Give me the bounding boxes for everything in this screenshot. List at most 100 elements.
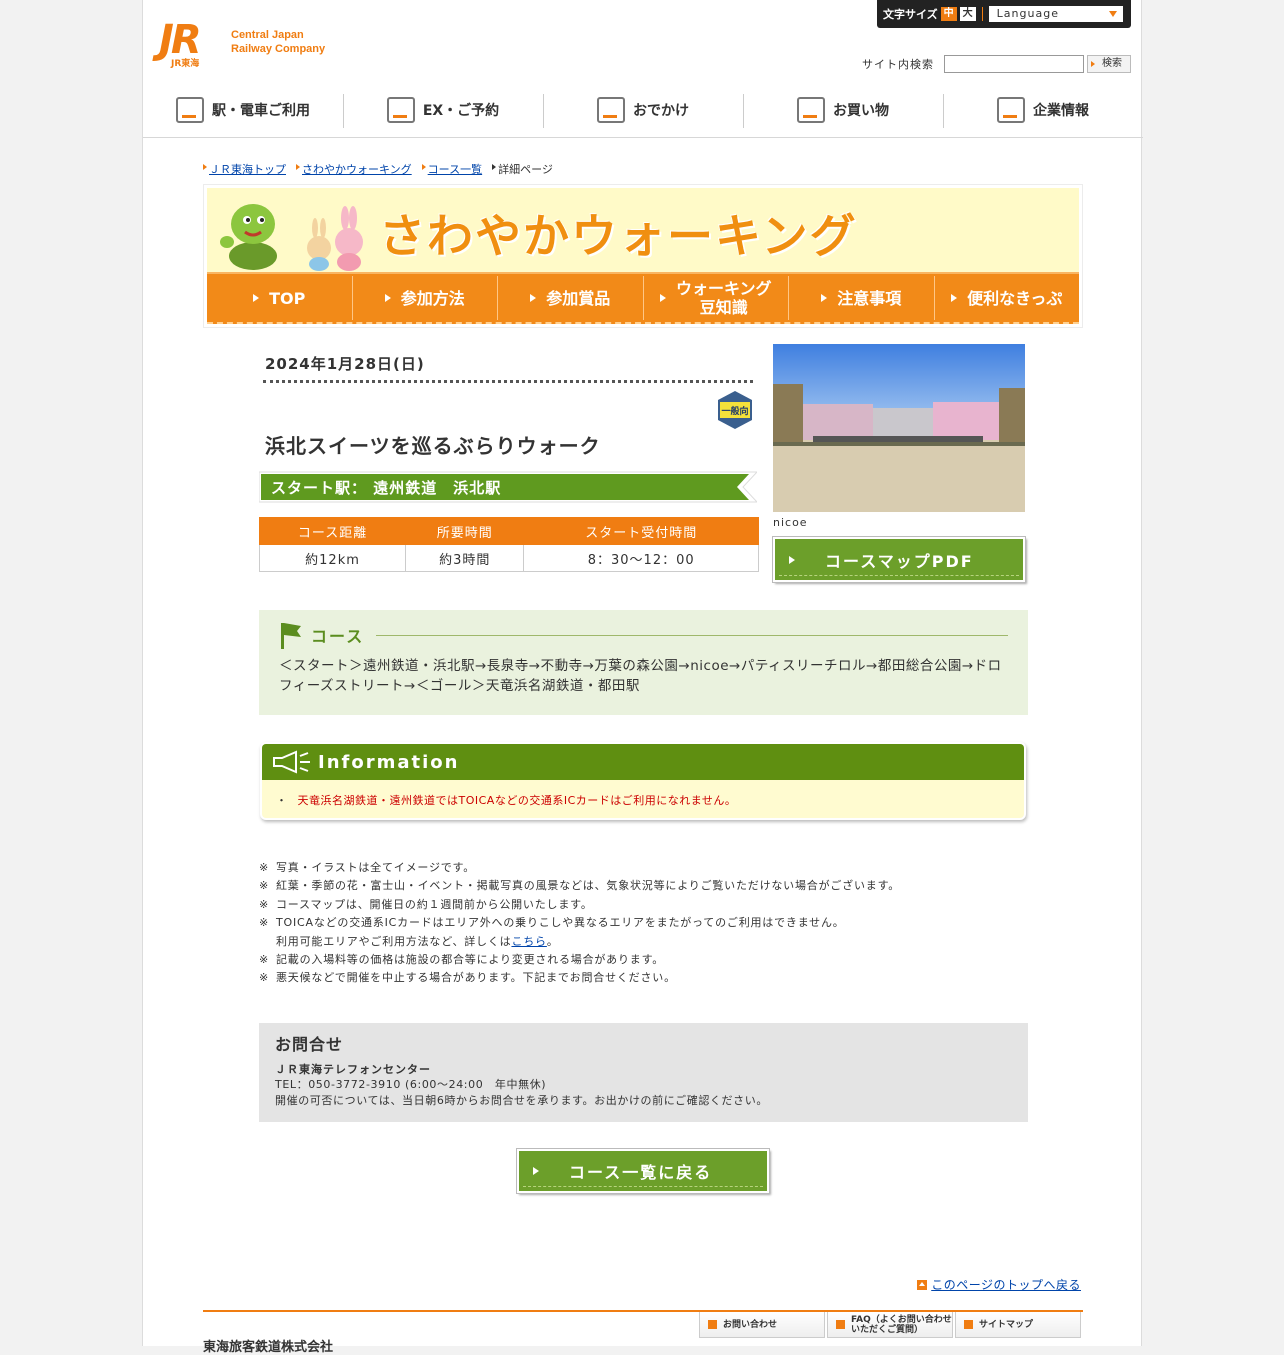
breadcrumb-course-list[interactable]: コース一覧 (421, 161, 482, 177)
svg-text:一般向: 一般向 (721, 405, 748, 417)
arrow-right-icon (951, 294, 958, 302)
shopping-bag-icon (797, 97, 825, 123)
divider (981, 7, 983, 21)
footer-link-sitemap[interactable]: サイトマップ (955, 1312, 1081, 1338)
list-item: 利用可能エリアやご利用方法など、詳しくはこちら。 (276, 934, 559, 948)
contact-note: 開催の可否については、当日朝6時からお問合せを承ります。お出かけの前にご確認くだ… (275, 1094, 768, 1107)
gnav-item-corporate[interactable]: 企業情報 (943, 90, 1143, 130)
gnav-item-station[interactable]: 駅・電車ご利用 (143, 90, 343, 130)
course-photo (773, 344, 1025, 512)
megaphone-icon (273, 750, 310, 774)
page-top-link[interactable]: このページのトップへ戻る (917, 1276, 1081, 1293)
banner-nav-top[interactable]: TOP (207, 276, 352, 320)
course-map-pdf-button[interactable]: コースマップPDF (773, 537, 1025, 582)
jr-logo-mark: JR JR東海 (159, 17, 202, 69)
table-row: 約12km 約3時間 8：30～12：00 (258, 544, 759, 572)
gnav-item-shopping[interactable]: お買い物 (743, 90, 943, 130)
course-title: 浜北スイーツを巡るぶらりウォーク (265, 434, 601, 458)
course-section: コース ＜スタート＞遠州鉄道・浜北駅→長泉寺→不動寺→万葉の森公園→nicoe→… (259, 610, 1028, 715)
arrow-right-icon (821, 294, 828, 302)
start-station: スタート駅： 遠州鉄道 浜北駅 (271, 479, 502, 497)
back-to-course-list-button[interactable]: コース一覧に戻る (517, 1149, 769, 1193)
footer-link-contact[interactable]: お問い合わせ (699, 1312, 825, 1338)
header-duration: 所要時間 (405, 517, 525, 545)
font-size-medium-button[interactable]: 中 (940, 7, 957, 21)
arrow-right-icon (530, 294, 537, 302)
gnav-item-odekake[interactable]: おでかけ (543, 90, 743, 130)
search-label: サイト内検索 (862, 58, 934, 71)
contact-section: お問合せ ＪＲ東海テレフォンセンター TEL：050-3772-3910 (6:… (259, 1023, 1028, 1122)
arrow-right-icon (533, 1167, 539, 1175)
photo-caption: nicoe (773, 516, 808, 529)
banner-nav-tickets[interactable]: 便利なきっぷ (933, 276, 1080, 320)
rabbit-mascot-icon (307, 206, 363, 271)
breadcrumb: ＪＲ東海トップ さわやかウォーキング コース一覧 詳細ページ (203, 161, 563, 177)
arrow-right-icon (659, 294, 666, 302)
list-item: ※ 悪天候などで開催を中止する場合があります。下記までお問合せください。 (259, 971, 676, 985)
event-date: 2024年1月28日(日) (265, 355, 425, 373)
list-item: ※ 記載の入場料等の価格は施設の都合等により変更される場合があります。 (259, 953, 665, 967)
global-nav: 駅・電車ご利用 EX・ご予約 おでかけ お買い物 企業情報 (143, 90, 1143, 138)
jr-logo[interactable]: JR JR東海 Central Japan Railway Company (159, 17, 325, 69)
arrow-right-icon (789, 555, 795, 564)
arrow-right-icon (253, 294, 260, 302)
header-start-time: スタート受付時間 (523, 517, 759, 545)
reservation-icon (386, 97, 415, 123)
building-icon (997, 97, 1025, 123)
details-link[interactable]: こちら (511, 935, 546, 948)
site-search: サイト内検索 検索 (862, 55, 1131, 73)
page: JR JR東海 Central Japan Railway Company 文字… (142, 0, 1143, 1355)
banner-header: さわやかウォーキング (207, 188, 1079, 272)
walking-banner: さわやかウォーキング TOP 参加方法 参加賞品 ウォーキング 豆知識 注意事項 … (203, 184, 1083, 328)
font-size-label: 文字サイズ (883, 8, 938, 21)
arrow-up-icon (917, 1279, 928, 1290)
turtle-mascot-icon (220, 204, 277, 270)
value-start-time: 8：30～12：00 (523, 544, 759, 572)
breadcrumb-jr-top[interactable]: ＪＲ東海トップ (203, 161, 286, 177)
course-info-table: コース距離 所要時間 スタート受付時間 約12km 約3時間 8：30～12：0… (258, 517, 759, 572)
table-header-row: コース距離 所要時間 スタート受付時間 (258, 517, 759, 545)
list-item: ※ 紅葉・季節の花・富士山・イベント・掲載写真の風景などは、気象状況等によりご覧い… (259, 879, 901, 893)
train-icon (176, 97, 204, 123)
search-input[interactable] (944, 55, 1084, 73)
divider (263, 380, 753, 383)
general-badge-icon: 一般向 (718, 391, 752, 429)
contact-name: ＪＲ東海テレフォンセンター (275, 1063, 431, 1076)
banner-nav-how-to-join[interactable]: 参加方法 (351, 276, 498, 320)
search-button[interactable]: 検索 (1087, 55, 1131, 73)
divider (376, 634, 1008, 636)
footer-links: お問い合わせ FAQ（よくお問い合わせいただくご質問） サイトマップ (697, 1312, 1081, 1338)
flag-icon (281, 623, 301, 649)
footer-link-faq[interactable]: FAQ（よくお問い合わせいただくご質問） (827, 1312, 953, 1338)
banner-nav-prizes[interactable]: 参加賞品 (497, 276, 643, 320)
contact-tel: TEL：050-3772-3910 (6:00～24:00 年中無休) (275, 1078, 547, 1091)
breadcrumb-walking[interactable]: さわやかウォーキング (296, 161, 412, 177)
arrow-right-icon (708, 1320, 717, 1329)
information-heading: Information (262, 744, 1024, 780)
gnav-item-ex-reservation[interactable]: EX・ご予約 (343, 90, 543, 130)
banner-nav-cautions[interactable]: 注意事項 (788, 276, 934, 320)
banner-nav-walking-tips[interactable]: ウォーキング 豆知識 (642, 276, 789, 320)
course-route: ＜スタート＞遠州鉄道・浜北駅→長泉寺→不動寺→万葉の森公園→nicoe→パティス… (279, 658, 1002, 694)
chevron-down-icon (1108, 11, 1117, 17)
notes: ※ 写真・イラストは全てイメージです。 ※ 紅葉・季節の花・富士山・イベント・掲載写… (259, 859, 900, 988)
header-distance: コース距離 (258, 517, 407, 545)
suitcase-icon (597, 97, 625, 123)
banner-nav: TOP 参加方法 参加賞品 ウォーキング 豆知識 注意事項 便利なきっぷ (207, 272, 1079, 324)
language-select[interactable]: Language (988, 6, 1123, 22)
course-heading: コース (279, 620, 1008, 650)
list-item: ※ コースマップは、開催日の約１週間前から公開いたします。 (259, 897, 593, 911)
list-item: ※ 写真・イラストは全てイメージです。 (259, 861, 476, 874)
arrow-right-icon (964, 1320, 973, 1329)
information-text: ・ 天竜浜名湖鉄道・遠州鉄道ではTOICAなどの交通系ICカードはご利用になれま… (276, 794, 737, 807)
utility-bar: 文字サイズ 中 大 Language (877, 0, 1131, 28)
breadcrumb-current: 詳細ページ (492, 161, 553, 177)
start-station-banner: スタート駅： 遠州鉄道 浜北駅 (259, 470, 757, 504)
value-distance: 約12km (258, 544, 407, 572)
contact-heading: お問合せ (275, 1035, 344, 1054)
banner-title: さわやかウォーキング (379, 209, 858, 263)
arrow-right-icon (384, 294, 391, 302)
arrow-right-icon (836, 1320, 845, 1329)
font-size-large-button[interactable]: 大 (959, 7, 976, 21)
list-item: ※ TOICAなどの交通系ICカードはエリア外への乗りこしや異なるエリアをまたがっ… (259, 916, 845, 930)
